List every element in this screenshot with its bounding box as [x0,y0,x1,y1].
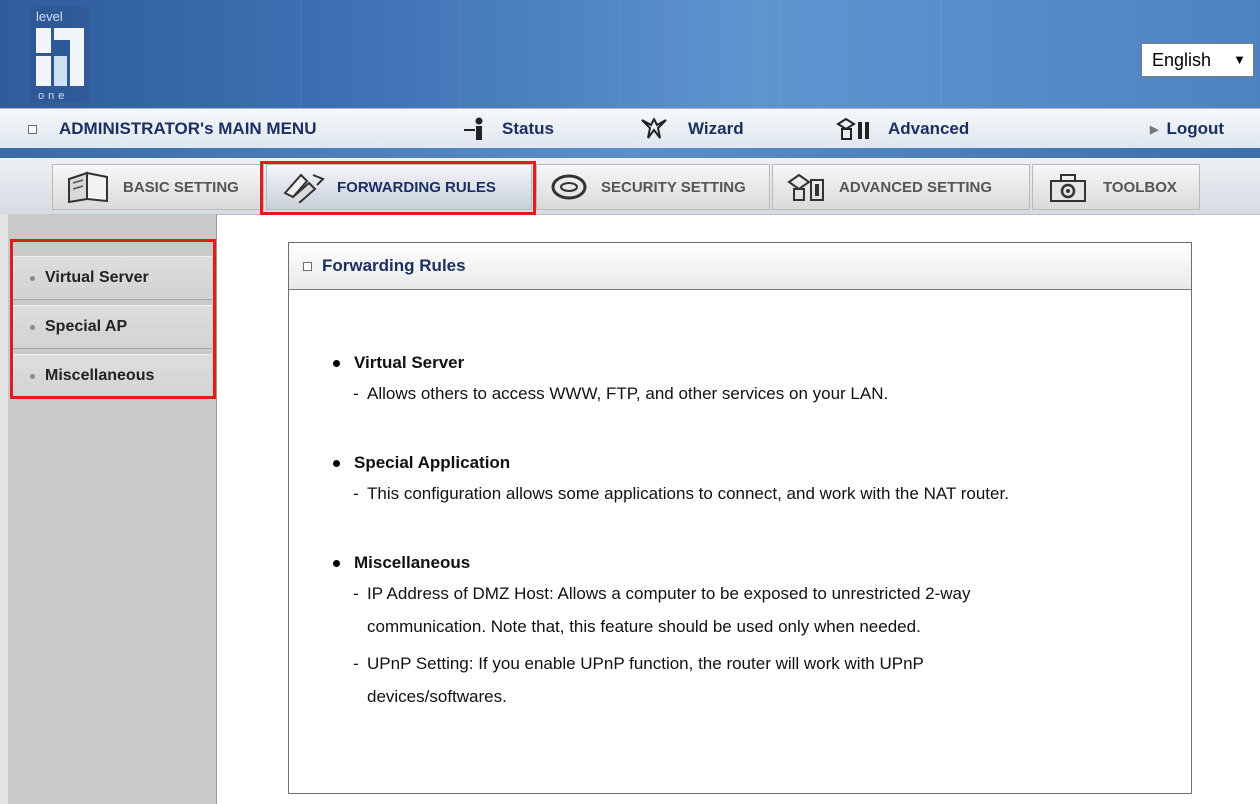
bullet-icon [333,359,340,367]
section-title: Virtual Server [333,353,888,373]
tab-label: ADVANCED SETTING [839,178,993,196]
description-text: Allows others to access WWW, FTP, and ot… [367,384,889,403]
bullet-icon [30,373,35,379]
building-icon [836,118,869,140]
banner-tile [300,0,461,108]
description-text: communication. Note that, this feature s… [367,617,921,636]
tab-forwarding-rules[interactable]: FORWARDING RULES [266,164,532,210]
section-special-application: Special Application - This configuration … [333,453,1009,510]
tab-security-setting[interactable]: SECURITY SETTING [536,164,770,210]
description-text: devices/softwares. [367,687,507,706]
square-icon [28,124,37,134]
wizard-hat-icon [641,118,667,139]
admin-main-menu-label: ADMINISTRATOR's MAIN MENU [59,119,317,138]
sidebar-item-miscellaneous[interactable]: Miscellaneous [12,354,212,398]
advanced-menu-item[interactable]: Advanced [836,109,969,149]
advanced-label: Advanced [888,119,970,138]
square-icon [303,261,312,271]
tab-label: TOOLBOX [1103,178,1177,196]
section-description: - IP Address of DMZ Host: Allows a comput… [353,584,971,636]
description-text: UPnP Setting: If you enable UPnP functio… [367,654,924,673]
sidebar-item-virtual-server[interactable]: Virtual Server [12,256,212,300]
arrow-pages-icon [283,173,325,203]
description-text: This configuration allows some applicati… [367,484,1009,503]
forwarding-rules-panel: Forwarding Rules Virtual Server - Allows … [288,242,1192,794]
section-title-text: Virtual Server [354,353,465,372]
ring-icon [551,174,587,200]
panel-header: Forwarding Rules [289,243,1191,290]
toolbox-icon [1050,174,1086,202]
description-text: IP Address of DMZ Host: Allows a compute… [367,584,971,603]
tab-toolbox[interactable]: TOOLBOX [1032,164,1200,210]
banner-tile [620,0,781,108]
logo-text-bottom: one [38,90,68,102]
section-description: - UPnP Setting: If you enable UPnP functi… [353,654,924,706]
sidebar-item-label: Special AP [45,318,128,335]
admin-main-menu: ADMINISTRATOR's MAIN MENU [28,109,316,149]
tab-basic-setting[interactable]: BASIC SETTING [52,164,264,210]
tab-label: BASIC SETTING [123,178,239,196]
banner-tile [940,0,1101,108]
sidebar-item-label: Virtual Server [45,269,149,286]
language-select[interactable]: English ▼ [1141,43,1254,77]
sidebar-item-special-ap[interactable]: Special AP [12,305,212,349]
banner-tile [460,0,621,108]
section-description: - This configuration allows some applicat… [353,484,1009,503]
sidebar-edge [0,214,8,804]
tab-advanced-setting[interactable]: ADVANCED SETTING [772,164,1030,210]
header-stripe [0,148,1260,158]
sidebar-item-label: Miscellaneous [45,367,155,384]
section-title-text: Miscellaneous [354,553,471,572]
person-icon [464,117,483,140]
section-title: Special Application [333,453,1009,473]
header-banner: level one English ▼ [0,0,1260,108]
section-title: Miscellaneous [333,553,970,573]
tab-label: SECURITY SETTING [601,178,746,196]
status-menu-item[interactable]: Status [462,109,554,149]
play-icon: ▶ [1150,123,1159,136]
section-virtual-server: Virtual Server - Allows others to access … [333,353,888,410]
levelone-logo: level one [30,6,90,102]
section-title-text: Special Application [354,453,511,472]
bullet-icon [333,459,340,467]
sidebar: Virtual Server Special AP Miscellaneous [0,214,217,804]
status-label: Status [502,119,554,138]
building-icon [787,173,824,201]
language-value: English [1152,50,1212,70]
logout-label: Logout [1166,119,1225,138]
section-description: - Allows others to access WWW, FTP, and o… [353,384,889,403]
bullet-icon [30,275,35,281]
wizard-label: Wizard [688,119,744,138]
logout-link[interactable]: ▶ Logout [1150,109,1224,149]
panel-title: Forwarding Rules [322,256,466,275]
bullet-icon [30,324,35,330]
wizard-menu-item[interactable]: Wizard [640,109,744,149]
chevron-down-icon: ▼ [1233,52,1246,67]
banner-tile [780,0,941,108]
book-icon [68,171,108,203]
logo-text-top: level [36,9,63,24]
tab-bar: BASIC SETTING FORWARDING RULES SECURITY … [0,158,1260,215]
section-miscellaneous: Miscellaneous - IP Address of DMZ Host: A… [333,553,970,713]
tab-label: FORWARDING RULES [337,178,496,196]
bullet-icon [333,559,340,567]
main-menu-bar: ADMINISTRATOR's MAIN MENU Status Wizard … [0,108,1260,150]
